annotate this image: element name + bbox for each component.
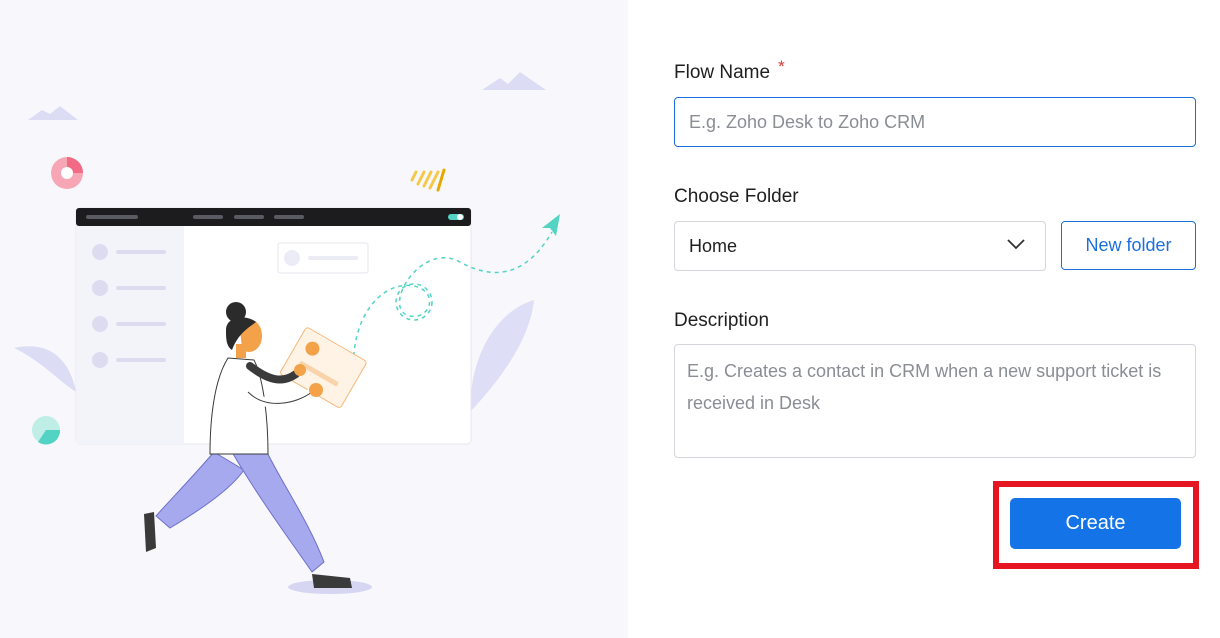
new-folder-button[interactable]: New folder xyxy=(1061,221,1196,270)
create-button[interactable]: Create xyxy=(1010,498,1181,549)
required-mark: * xyxy=(778,57,785,76)
chevron-down-icon xyxy=(1007,239,1025,250)
create-flow-form: Flow Name* Choose Folder Home New folder… xyxy=(0,0,1220,638)
flow-name-label: Flow Name * xyxy=(674,57,785,83)
folder-select[interactable]: Home xyxy=(674,221,1046,271)
folder-select-value: Home xyxy=(689,235,738,256)
description-label: Description xyxy=(674,310,770,331)
flow-name-input[interactable] xyxy=(674,97,1196,147)
description-textarea[interactable] xyxy=(674,344,1196,458)
choose-folder-label: Choose Folder xyxy=(674,186,799,207)
